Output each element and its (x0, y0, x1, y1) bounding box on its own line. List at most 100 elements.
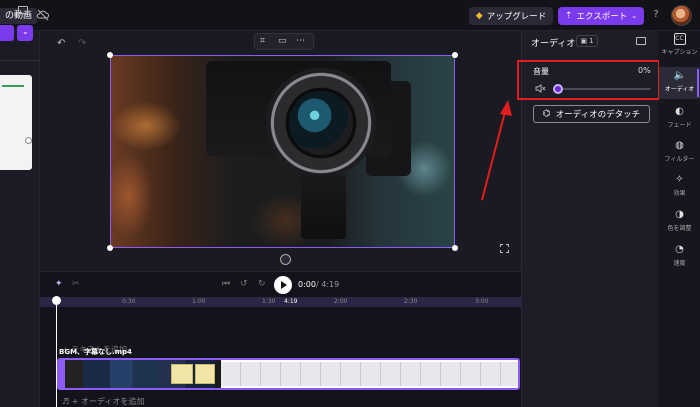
fade-icon: ◐ (675, 106, 684, 117)
playhead-time-label: 4:19 (284, 298, 298, 305)
resize-handle-tr[interactable] (452, 52, 458, 58)
collapse-panel-icon[interactable] (636, 37, 646, 45)
upgrade-button[interactable]: ◆ アップグレード (469, 7, 553, 25)
filter-icon: ◍ (675, 140, 684, 151)
rotate-handle-icon[interactable] (280, 254, 291, 265)
volume-slider-thumb[interactable] (553, 84, 563, 94)
tick-label: 1:00 (192, 298, 206, 305)
resize-handle-bl[interactable] (107, 245, 113, 251)
tool-captions[interactable]: CC キャプション (659, 33, 700, 63)
clip-segment (171, 364, 193, 384)
upload-icon: ⇡ (564, 11, 573, 21)
panel-toggle-icon[interactable] (18, 6, 28, 14)
export-label: エクスポート (576, 12, 628, 22)
resize-handle-tl[interactable] (107, 52, 113, 58)
tool-color[interactable]: ◑ 色を調整 (659, 209, 700, 237)
color-adjust-icon: ◑ (675, 209, 684, 220)
annotation-arrow (481, 100, 512, 201)
mute-speaker-icon[interactable] (535, 84, 546, 93)
skip-back-icon[interactable]: ⏮ (222, 279, 230, 289)
resize-handle-br[interactable] (452, 245, 458, 251)
clip-segment (241, 362, 261, 386)
detach-icon: ⌬ (542, 109, 551, 119)
video-preview[interactable] (110, 55, 455, 248)
chevron-down-icon: ⌄ (631, 12, 638, 20)
divider (0, 60, 40, 61)
tick-label: 2:00 (334, 298, 348, 305)
volume-slider-track[interactable] (553, 88, 651, 90)
chevron-down-icon: ⌄ (22, 27, 29, 36)
playhead-knob[interactable] (52, 296, 61, 305)
split-scissors-icon[interactable]: ✂ (72, 279, 80, 289)
detach-audio-button[interactable]: ⌬ オーディオのデタッチ (533, 105, 650, 123)
forward-5s-icon[interactable]: ↻ (258, 279, 266, 289)
timeline-ruler[interactable] (40, 297, 521, 307)
tool-fade[interactable]: ◐ フェード (659, 106, 700, 134)
upgrade-label: アップグレード (486, 12, 547, 22)
clip-segment (341, 362, 361, 386)
media-thumbnail[interactable] (0, 75, 32, 170)
tool-filter-label: フィルター (664, 156, 695, 163)
clip-segment (301, 362, 321, 386)
tool-color-label: 色を調整 (667, 225, 692, 232)
ai-sparkle-icon[interactable]: ✦ (55, 279, 63, 289)
tool-effects-label: 効果 (673, 190, 686, 197)
video-track-clip[interactable] (57, 358, 520, 390)
clip-segment (381, 362, 401, 386)
left-purple-button[interactable] (0, 25, 14, 41)
tool-captions-label: キャプション (661, 49, 698, 56)
thumbnail-progress (2, 85, 24, 87)
tripod (301, 174, 346, 239)
add-audio-track[interactable]: ♬ + オーディオを追加 (62, 396, 144, 407)
cloud-sync-off-icon[interactable] (36, 8, 50, 22)
magic-wand-icon: ✧ (675, 174, 684, 185)
user-avatar[interactable] (671, 5, 692, 26)
clip-segment (461, 362, 481, 386)
current-time: 0:00 (298, 280, 316, 289)
clip-segment (281, 362, 301, 386)
left-dropdown-button[interactable]: ⌄ (17, 25, 33, 41)
audio-count: 1 (589, 37, 594, 45)
tool-speed-label: 速度 (673, 260, 686, 267)
captions-icon: CC (673, 33, 686, 45)
clip-segment (261, 362, 281, 386)
clip-segment (441, 362, 461, 386)
more-icon[interactable]: ⋯ (296, 36, 305, 46)
export-button[interactable]: ⇡ エクスポート ⌄ (558, 7, 644, 25)
redo-icon[interactable]: ↷ (78, 38, 88, 49)
panel-title: オーディオ (531, 39, 576, 49)
selected-check-icon (25, 137, 32, 144)
undo-icon[interactable]: ↶ (57, 38, 67, 49)
tool-audio-label: オーディオ (664, 86, 695, 93)
crop-icon[interactable]: ⌗ (260, 36, 265, 46)
clip-segment (401, 362, 421, 386)
clip-segment (421, 362, 441, 386)
tool-audio[interactable]: 🔈 オーディオ (659, 67, 700, 99)
speaker-icon: 🔈 (673, 70, 686, 81)
clip-segment (221, 362, 241, 386)
resize-icon[interactable]: ▭ (278, 36, 287, 46)
clip-segment (361, 362, 381, 386)
tool-effects[interactable]: ✧ 効果 (659, 174, 700, 202)
audio-badge-icon: ▣ (580, 37, 588, 45)
fullscreen-icon[interactable] (500, 244, 509, 253)
volume-label: 音量 (533, 67, 549, 76)
clip-segment (501, 362, 518, 386)
detach-label: オーディオのデタッチ (555, 110, 641, 120)
speedometer-icon: ◔ (675, 244, 684, 255)
tool-filter[interactable]: ◍ フィルター (659, 140, 700, 168)
lens-glass (289, 91, 353, 155)
volume-value: 0% (638, 66, 651, 75)
diamond-icon: ◆ (475, 11, 483, 21)
playhead[interactable] (56, 297, 57, 407)
clip-segment (195, 364, 215, 384)
tick-label: 3:00 (475, 298, 489, 305)
play-button[interactable] (274, 276, 292, 294)
canvas-toolbar: ⌗ ▭ ⋯ (254, 33, 314, 50)
tool-speed[interactable]: ◔ 速度 (659, 244, 700, 272)
clip-trim-handle[interactable] (59, 360, 65, 388)
help-button[interactable]: ? (650, 9, 662, 23)
active-tool-indicator (697, 69, 699, 97)
rewind-5s-icon[interactable]: ↺ (240, 279, 248, 289)
total-time: / 4:19 (316, 280, 340, 289)
